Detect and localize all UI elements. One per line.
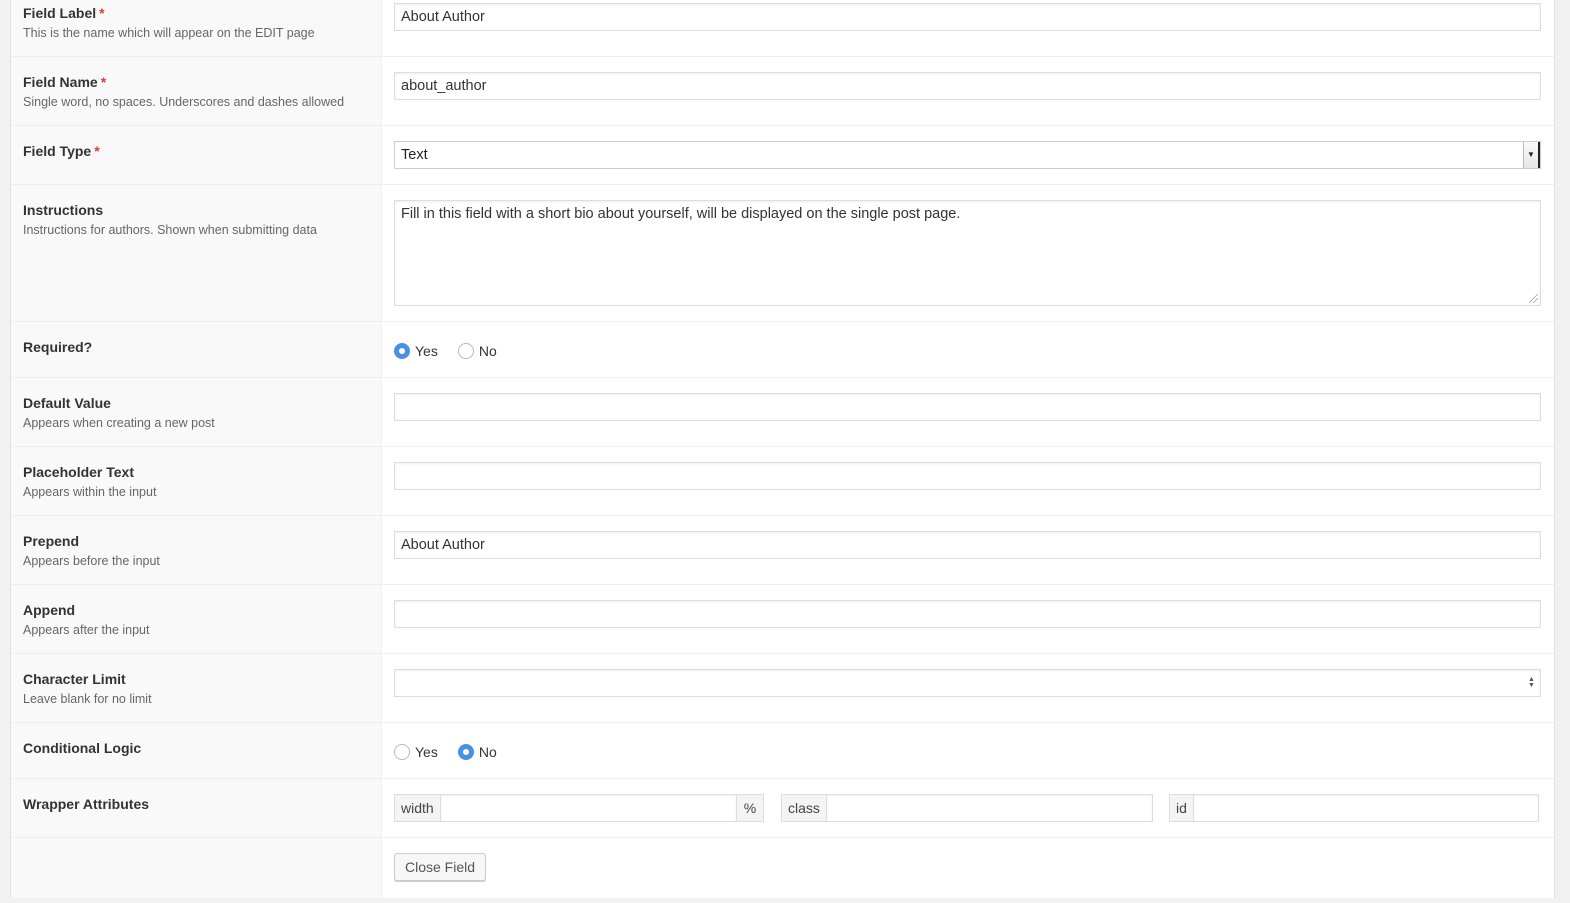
prepend-description: Appears before the input (23, 554, 160, 568)
conditional-logic-radio-group: Yes No (394, 742, 1541, 762)
wrapper-attributes-label: Wrapper Attributes (23, 795, 373, 813)
append-label: Append Appears after the input (23, 601, 373, 638)
row-field-name: Field Name * Single word, no spaces. Unde… (11, 57, 1554, 126)
close-field-button[interactable]: Close Field (394, 853, 487, 881)
wrapper-class-input[interactable] (826, 794, 1153, 822)
field-name-title: Field Name (23, 74, 98, 90)
field-name-label: Field Name * Single word, no spaces. Unde… (23, 73, 373, 110)
field-label-label: Field Label * This is the name which will… (23, 4, 373, 41)
row-wrapper-attributes: Wrapper Attributes width % class id (11, 779, 1554, 838)
row-close-field: Close Field (11, 838, 1554, 898)
row-instructions: Instructions Instructions for authors. S… (11, 185, 1554, 322)
conditional-logic-yes-option[interactable]: Yes (394, 744, 438, 760)
placeholder-text-input[interactable] (394, 462, 1541, 490)
required-label: Required? (23, 338, 373, 356)
required-no-label[interactable]: No (479, 343, 497, 359)
conditional-logic-yes-label[interactable]: Yes (415, 744, 438, 760)
row-append: Append Appears after the input (11, 585, 1554, 654)
instructions-description: Instructions for authors. Shown when sub… (23, 223, 317, 237)
placeholder-text-title: Placeholder Text (23, 464, 135, 480)
field-type-label: Field Type * (23, 142, 373, 160)
default-value-input[interactable] (394, 393, 1541, 421)
row-field-label: Field Label * This is the name which will… (11, 0, 1554, 57)
required-yes-option[interactable]: Yes (394, 343, 438, 359)
character-limit-label: Character Limit Leave blank for no limit (23, 670, 373, 707)
field-name-description: Single word, no spaces. Underscores and … (23, 95, 345, 109)
conditional-logic-label: Conditional Logic (23, 739, 373, 757)
field-label-title: Field Label (23, 5, 97, 21)
radio-unchecked-icon[interactable] (394, 744, 410, 760)
number-spinner-icon[interactable]: ▲ ▼ (1528, 676, 1535, 689)
wrapper-width-group: width % (394, 794, 765, 822)
wrapper-class-group: class (781, 794, 1153, 822)
prepend-label: Prepend Appears before the input (23, 532, 373, 569)
wrapper-id-input[interactable] (1193, 794, 1539, 822)
character-limit-input[interactable]: ▲ ▼ (394, 669, 1541, 697)
character-limit-title: Character Limit (23, 671, 126, 687)
field-label-description: This is the name which will appear on th… (23, 26, 315, 40)
page-background-footer (0, 898, 1570, 903)
field-name-input[interactable]: about_author (394, 72, 1541, 100)
instructions-label: Instructions Instructions for authors. S… (23, 201, 373, 238)
default-value-description: Appears when creating a new post (23, 416, 215, 430)
required-yes-label[interactable]: Yes (415, 343, 438, 359)
default-value-title: Default Value (23, 395, 111, 411)
row-character-limit: Character Limit Leave blank for no limit… (11, 654, 1554, 723)
row-default-value: Default Value Appears when creating a ne… (11, 378, 1554, 447)
wrapper-width-label: width (394, 794, 441, 822)
conditional-logic-no-option[interactable]: No (457, 744, 497, 760)
prepend-title: Prepend (23, 533, 80, 549)
row-field-type: Field Type * Text ▼ (11, 126, 1554, 185)
field-type-title: Field Type (23, 143, 92, 159)
radio-unchecked-icon[interactable] (457, 343, 474, 359)
append-input[interactable] (394, 600, 1541, 628)
row-conditional-logic: Conditional Logic Yes No (11, 723, 1554, 779)
required-radio-group: Yes No (394, 341, 1541, 361)
field-settings-panel: Field Label * This is the name which will… (10, 0, 1555, 899)
row-placeholder-text: Placeholder Text Appears within the inpu… (11, 447, 1554, 516)
wrapper-width-percent-suffix: % (736, 794, 765, 822)
instructions-title: Instructions (23, 202, 104, 218)
instructions-text: Fill in this field with a short bio abou… (401, 206, 961, 222)
required-title: Required? (23, 339, 93, 355)
conditional-logic-no-label[interactable]: No (479, 744, 497, 760)
instructions-textarea[interactable]: Fill in this field with a short bio abou… (394, 200, 1541, 306)
prepend-input[interactable]: About Author (394, 531, 1541, 559)
field-label-input[interactable]: About Author (394, 3, 1541, 31)
append-description: Appears after the input (23, 623, 150, 637)
radio-checked-icon[interactable] (394, 343, 410, 359)
chevron-down-icon[interactable]: ▼ (1523, 142, 1540, 168)
wrapper-attributes-title: Wrapper Attributes (23, 796, 150, 812)
character-limit-description: Leave blank for no limit (23, 692, 152, 706)
required-marker: * (94, 143, 100, 159)
wrapper-id-group: id (1169, 794, 1541, 822)
placeholder-text-label: Placeholder Text Appears within the inpu… (23, 463, 373, 500)
placeholder-text-description: Appears within the input (23, 485, 157, 499)
required-marker: * (100, 74, 107, 90)
required-no-option[interactable]: No (457, 343, 497, 359)
wrapper-class-label: class (781, 794, 827, 822)
row-required: Required? Yes No (11, 322, 1554, 378)
wrapper-id-label: id (1169, 794, 1194, 822)
field-type-select[interactable]: Text ▼ (394, 141, 1541, 169)
row-prepend: Prepend Appears before the input About A… (11, 516, 1554, 585)
append-title: Append (23, 602, 76, 618)
resize-handle-icon[interactable] (1529, 294, 1538, 303)
required-marker: * (99, 5, 105, 21)
conditional-logic-title: Conditional Logic (23, 740, 142, 756)
field-type-selected-value: Text (401, 147, 428, 163)
radio-checked-icon[interactable] (457, 744, 474, 760)
wrapper-width-input[interactable] (440, 794, 737, 822)
default-value-label: Default Value Appears when creating a ne… (23, 394, 373, 431)
